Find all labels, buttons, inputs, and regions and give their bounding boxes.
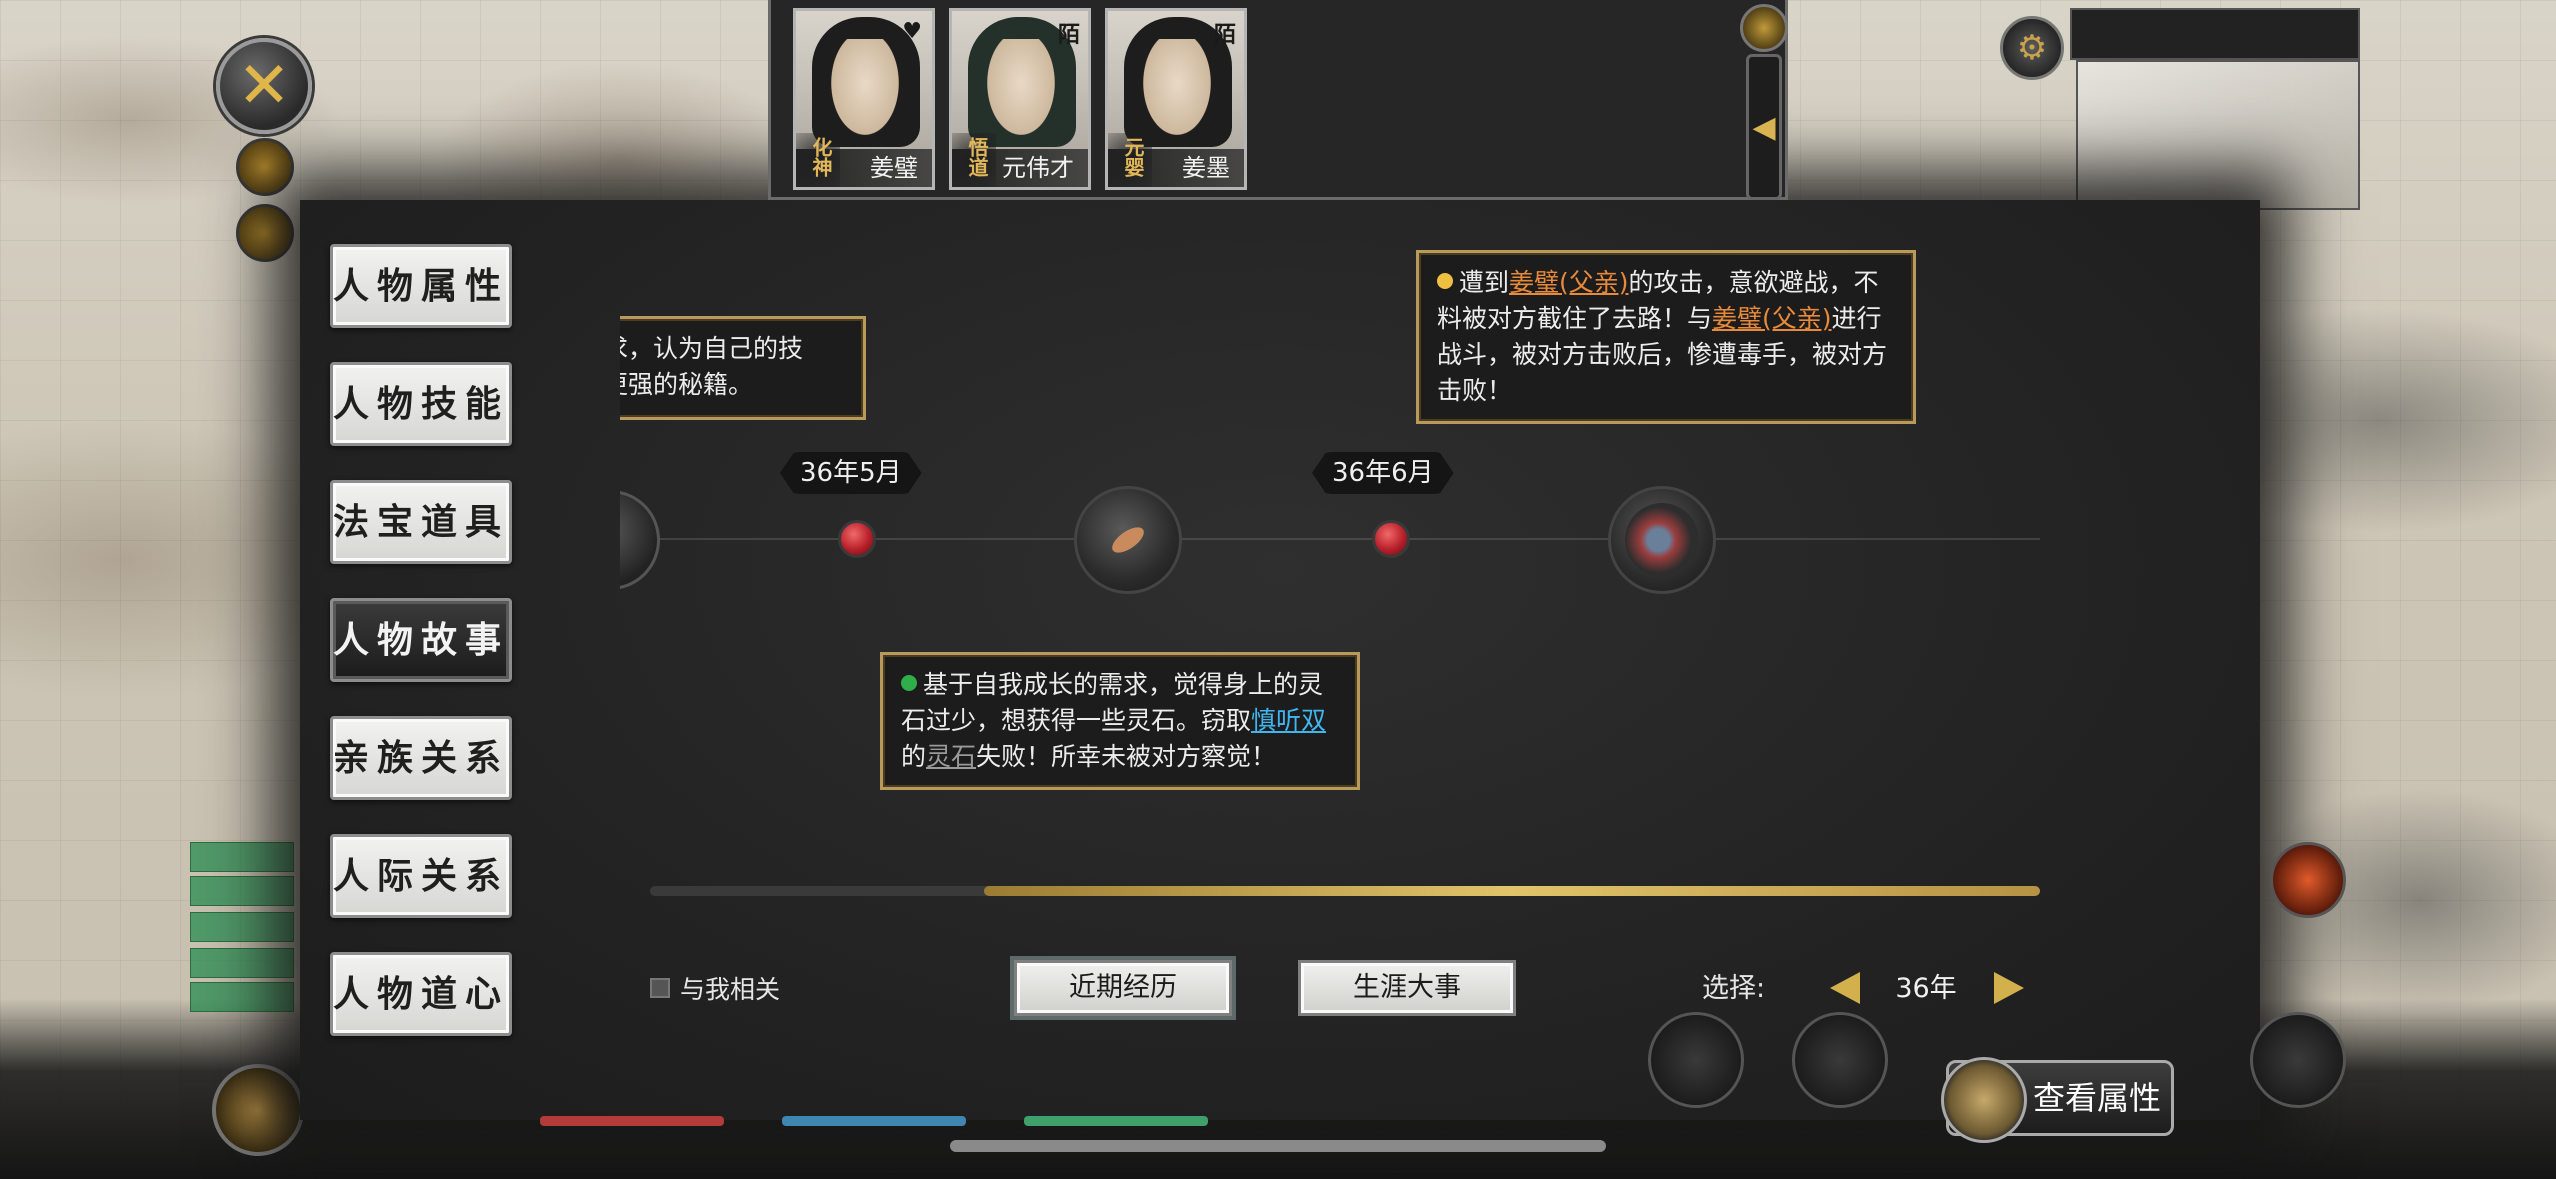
close-button[interactable]: ✕ <box>216 38 312 134</box>
selected-year: 36年 <box>1895 973 1957 1004</box>
view-attributes-button[interactable]: 查看属性 <box>1941 1057 2174 1143</box>
event-text: 的 <box>901 742 927 771</box>
related-to-me-toggle[interactable]: 与我相关 <box>650 970 780 1006</box>
recent-experiences-button[interactable]: 近期经历 <box>1014 960 1232 1016</box>
timeline-marker-dot[interactable] <box>1372 520 1410 558</box>
relation-tag: 陌 <box>1213 23 1236 48</box>
event-text: 遭到 <box>1459 268 1510 297</box>
event-card-text: 求，认为自己的技 <box>620 334 804 363</box>
timeline-date-label: 36年6月 <box>1312 452 1454 494</box>
bottom-hud-button[interactable] <box>1648 1012 1744 1108</box>
event-card-partial: 求，认为自己的技 更强的秘籍。 <box>620 316 866 420</box>
minimap-header <box>2070 8 2360 60</box>
battle-icon <box>1625 503 1699 577</box>
character-strip: ♥ 姜璧 化神 陌 元伟才 悟道 陌 姜墨 元婴 <box>768 0 1788 200</box>
mp-bar <box>782 1116 966 1126</box>
bottom-hud-button[interactable] <box>2250 1012 2346 1108</box>
timeline-line <box>620 538 2040 540</box>
related-to-me-label: 与我相关 <box>680 975 781 1004</box>
timeline-scrollbar-thumb[interactable] <box>983 886 2040 896</box>
left-hud-tag <box>190 876 294 906</box>
character-realm: 悟道 <box>952 133 996 187</box>
event-bullet-icon <box>1437 273 1453 289</box>
character-card-1[interactable]: ♥ 姜璧 化神 <box>793 8 935 190</box>
menu-character-story[interactable]: 人物故事 <box>330 598 512 682</box>
left-hud-tag <box>190 982 294 1012</box>
year-select-label: 选择: <box>1702 973 1766 1004</box>
timeline-marker-dot[interactable] <box>838 520 876 558</box>
team-icon[interactable] <box>1740 4 1788 52</box>
view-attributes-label: 查看属性 <box>2033 1079 2162 1117</box>
related-to-me-checkbox[interactable] <box>650 978 670 998</box>
event-bullet-icon <box>901 675 917 691</box>
relation-tag: 陌 <box>1057 23 1080 48</box>
heart-icon: ♥ <box>902 19 922 44</box>
left-hud-icon-2[interactable] <box>236 204 294 262</box>
collapse-arrow-button[interactable]: ◀ <box>1746 54 1782 200</box>
hp-bar <box>540 1116 724 1126</box>
menu-family-relations[interactable]: 亲族关系 <box>330 716 512 800</box>
event-node-battle[interactable] <box>1608 486 1716 594</box>
home-indicator[interactable] <box>950 1140 1606 1152</box>
event-link[interactable]: 姜璧(父亲) <box>1509 268 1629 297</box>
event-card-text: 更强的秘籍。 <box>620 370 754 399</box>
prev-year-arrow-icon[interactable] <box>1830 972 1860 1004</box>
character-card-3[interactable]: 陌 姜墨 元婴 <box>1105 8 1247 190</box>
event-card-steal: 基于自我成长的需求，觉得身上的灵石过少，想获得一些灵石。窃取慎听双的灵石失败！所… <box>880 652 1360 790</box>
character-avatar-icon <box>1941 1057 2027 1143</box>
menu-treasure-items[interactable]: 法宝道具 <box>330 480 512 564</box>
left-hud-tag <box>190 842 294 872</box>
event-card-battle: 遭到姜璧(父亲)的攻击，意欲避战，不料被对方截住了去路！与姜璧(父亲)进行战斗，… <box>1416 250 1916 424</box>
next-year-arrow-icon[interactable] <box>1994 972 2024 1004</box>
left-hud-icon-1[interactable] <box>236 138 294 196</box>
character-card-2[interactable]: 陌 元伟才 悟道 <box>949 8 1091 190</box>
bottom-hud-button[interactable] <box>1792 1012 1888 1108</box>
close-icon: ✕ <box>237 49 291 123</box>
character-realm: 元婴 <box>1108 133 1152 187</box>
event-node-partial[interactable] <box>620 490 660 590</box>
menu-character-attributes[interactable]: 人物属性 <box>330 244 512 328</box>
event-text: 失败！所幸未被对方察觉！ <box>976 742 1277 771</box>
timeline-scrollbar[interactable] <box>650 886 2040 896</box>
left-bottom-icon[interactable] <box>212 1064 304 1156</box>
character-realm: 化神 <box>796 133 840 187</box>
stamina-bar <box>1024 1116 1208 1126</box>
alert-badge-icon[interactable] <box>2270 842 2346 918</box>
event-node-steal[interactable] <box>1074 486 1182 594</box>
left-hud-tag <box>190 912 294 942</box>
event-link[interactable]: 慎听双 <box>1251 706 1326 735</box>
timeline-date-label: 36年5月 <box>780 452 922 494</box>
minimap[interactable] <box>2076 60 2360 210</box>
menu-dao-heart[interactable]: 人物道心 <box>330 952 512 1036</box>
event-link[interactable]: 灵石 <box>926 742 976 771</box>
left-hud-tag <box>190 948 294 978</box>
career-events-button[interactable]: 生涯大事 <box>1298 960 1516 1016</box>
event-link[interactable]: 姜璧(父亲) <box>1712 304 1832 333</box>
menu-social-relations[interactable]: 人际关系 <box>330 834 512 918</box>
menu-character-skills[interactable]: 人物技能 <box>330 362 512 446</box>
hand-icon <box>1076 488 1180 592</box>
story-timeline[interactable]: 求，认为自己的技 更强的秘籍。 36年5月 36年6月 基于自我成长的需求，觉得… <box>620 240 2040 900</box>
settings-gear-icon[interactable]: ⚙ <box>2000 16 2064 80</box>
chevron-left-icon: ◀ <box>1752 109 1776 145</box>
